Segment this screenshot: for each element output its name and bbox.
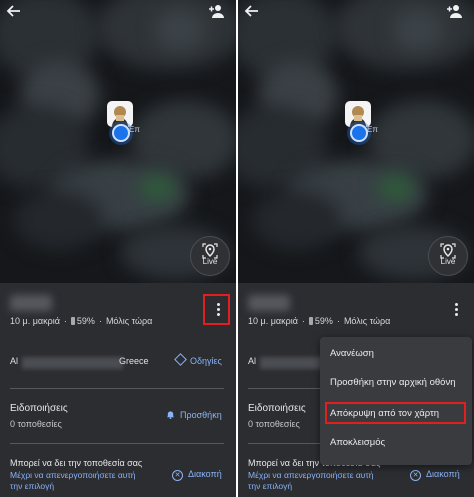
sharing-title: Μπορεί να δει την τοποθεσία σας <box>10 458 143 468</box>
cancel-icon: ✕ <box>172 470 183 481</box>
live-view-button[interactable]: Live <box>190 236 230 276</box>
add-person-button[interactable] <box>444 3 466 25</box>
notifications-title: Ειδοποιήσεις <box>10 403 68 414</box>
more-vert-icon <box>454 303 458 316</box>
menu-item-add-to-home[interactable]: Προσθήκη στην αρχική οθόνη <box>330 377 456 388</box>
bottom-sheet: 10 μ. μακριά · 59% · Μόλις τώρα Al Greece Οδ… <box>0 283 236 497</box>
stop-sharing-button[interactable]: ✕ Διακοπή <box>410 469 460 481</box>
distance-text: 10 μ. μακριά <box>248 316 298 326</box>
notifications-title: Ειδοποιήσεις <box>248 403 306 414</box>
status-line: 10 μ. μακριά · 59% · Μόλις τώρα <box>10 316 153 326</box>
arrow-back-icon <box>6 5 20 17</box>
marker-label: Επ <box>129 125 140 134</box>
add-label: Προσθήκη <box>180 410 222 420</box>
contact-name-redacted <box>10 295 52 311</box>
updated-text: Μόλις τώρα <box>343 316 391 326</box>
address-row: Al Greece Οδηγίες <box>10 353 226 370</box>
divider <box>10 443 224 444</box>
live-label: Live <box>440 257 456 266</box>
cancel-icon: ✕ <box>410 470 421 481</box>
add-notification-button[interactable]: Προσθήκη <box>166 410 222 420</box>
live-view-button[interactable]: Live <box>428 236 468 276</box>
back-button[interactable] <box>241 3 263 25</box>
notifications-count: 0 τοποθεσίες <box>10 419 62 429</box>
divider <box>10 388 224 389</box>
live-label: Live <box>202 257 218 266</box>
notifications-count: 0 τοποθεσίες <box>248 419 300 429</box>
stop-label: Διακοπή <box>188 469 222 479</box>
stop-label: Διακοπή <box>426 469 460 479</box>
add-person-button[interactable] <box>206 3 228 25</box>
screen-right: Επ Live 10 μ. μακριά · 59% · Μόλις τώρα Al Ε… <box>238 0 474 497</box>
battery-text: 59% <box>76 316 95 326</box>
contact-name-redacted <box>248 295 290 311</box>
address-suffix: Greece <box>119 356 149 366</box>
screen-left: Επ Live 10 μ. μακριά · 59% · Μόλις τώρα Al G… <box>0 0 236 497</box>
battery-icon <box>70 317 75 325</box>
address-prefix: Al <box>248 356 257 366</box>
directions-label: Οδηγίες <box>190 356 222 366</box>
menu-item-refresh[interactable]: Ανανέωση <box>330 348 374 359</box>
back-button[interactable] <box>3 3 25 25</box>
menu-item-block[interactable]: Αποκλεισμός <box>330 437 385 448</box>
address-prefix: Al <box>10 356 19 366</box>
battery-icon <box>308 317 313 325</box>
location-dot <box>112 124 130 142</box>
address-redacted <box>22 357 123 369</box>
more-options-button[interactable] <box>445 295 467 323</box>
directions-button[interactable]: Οδηγίες <box>174 353 222 366</box>
highlight-box <box>203 294 230 325</box>
updated-text: Μόλις τώρα <box>105 316 153 326</box>
overflow-menu: Ανανέωση Προσθήκη στην αρχική οθόνη Απόκ… <box>320 337 472 465</box>
location-dot <box>350 124 368 142</box>
sharing-duration[interactable]: Μέχρι να απενεργοποιήσετε αυτή την επιλο… <box>248 470 388 492</box>
person-add-icon <box>447 5 462 18</box>
arrow-back-icon <box>244 5 258 17</box>
status-line: 10 μ. μακριά · 59% · Μόλις τώρα <box>248 316 391 326</box>
marker-label: Επ <box>367 125 378 134</box>
sharing-duration[interactable]: Μέχρι να απενεργοποιήσετε αυτή την επιλο… <box>10 470 150 492</box>
directions-icon <box>174 353 187 366</box>
battery-text: 59% <box>314 316 333 326</box>
map-view[interactable]: Επ Live <box>238 0 474 283</box>
distance-text: 10 μ. μακριά <box>10 316 60 326</box>
person-add-icon <box>209 5 224 18</box>
map-view[interactable]: Επ Live <box>0 0 236 283</box>
highlight-box <box>325 402 466 424</box>
bell-icon <box>166 411 175 419</box>
stop-sharing-button[interactable]: ✕ Διακοπή <box>172 469 222 481</box>
